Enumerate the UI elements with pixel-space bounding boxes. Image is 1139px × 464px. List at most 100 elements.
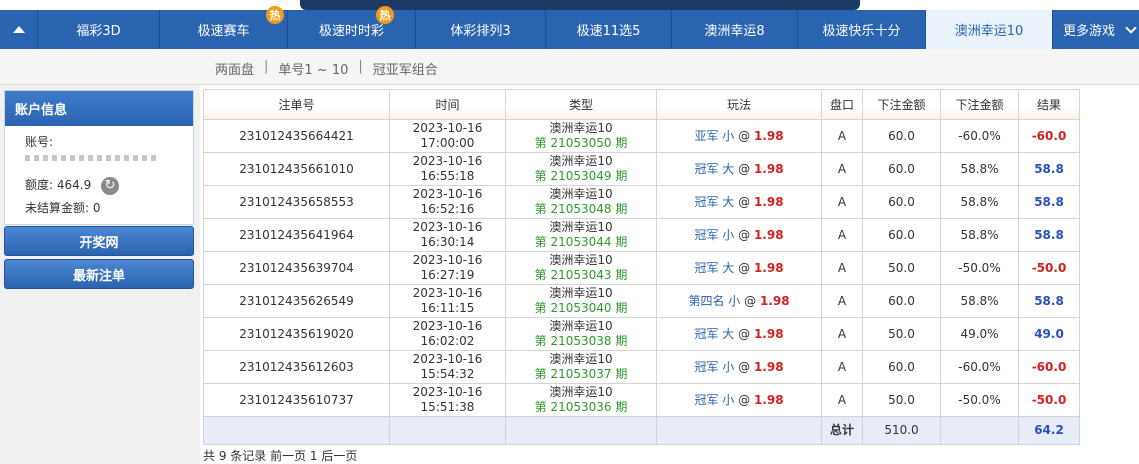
bet-result: 58.8 — [1018, 284, 1080, 318]
hot-badge-icon: 热 — [266, 6, 284, 24]
bet-date: 2023-10-16 — [412, 187, 483, 201]
account-title: 账户信息 — [5, 91, 193, 126]
refresh-icon[interactable]: ↻ — [101, 176, 120, 195]
subnav-liangmianpan[interactable]: 两面盘 — [215, 59, 254, 78]
bet-id: 231012435658553 — [203, 185, 390, 219]
table-row: 231012435626549 2023-10-16 16:11:15 澳洲幸运10 第… — [203, 284, 1080, 318]
bet-clock: 16:02:02 — [420, 334, 475, 348]
table-row: 231012435639704 2023-10-16 16:27:19 澳洲幸运10 第… — [203, 251, 1080, 285]
bet-type: 澳洲幸运10 第 21053048 期 — [505, 185, 657, 219]
bet-ratio: -50.0% — [940, 383, 1019, 417]
table-row: 231012435641964 2023-10-16 16:30:14 澳洲幸运10 第… — [203, 218, 1080, 252]
bet-market: A — [821, 152, 863, 186]
odds-value: 1.98 — [759, 293, 790, 308]
odds-value: 1.98 — [753, 260, 784, 275]
odds-value: 1.98 — [753, 194, 784, 209]
tab-jisu-saiche[interactable]: 极速赛车 热 — [160, 6, 288, 49]
play-name: 冠军 小 — [694, 359, 735, 374]
tab-label: 澳洲幸运10 — [954, 24, 1024, 39]
bet-ratio: 58.8% — [940, 185, 1019, 219]
bet-clock: 16:52:16 — [420, 202, 475, 216]
bet-time: 2023-10-16 16:55:18 — [389, 152, 506, 186]
odds-value: 1.98 — [753, 161, 784, 176]
odds-value: 1.98 — [753, 326, 784, 341]
type-name: 澳洲幸运10 — [549, 352, 613, 366]
total-label: 总计 — [821, 416, 863, 445]
bet-market: A — [821, 185, 863, 219]
at-sign: @ — [738, 227, 751, 242]
bet-date: 2023-10-16 — [412, 220, 483, 234]
sidebar: 账户信息 账号: 额度: 464.9 ↻ 未结算金额: 0 开奖网 最新注单 — [0, 85, 200, 464]
bet-result: 49.0 — [1018, 317, 1080, 351]
tab-label: 极速赛车 — [197, 24, 250, 39]
tab-label: 极速快乐十分 — [822, 24, 901, 39]
sub-nav: 两面盘 | 单号1 ~ 10 | 冠亚军组合 — [0, 49, 1139, 85]
unsettled-value: 0 — [92, 201, 101, 215]
bet-ratio: -50.0% — [940, 251, 1019, 285]
bet-amount: 50.0 — [862, 251, 941, 285]
tab-fucai3d[interactable]: 福彩3D — [38, 10, 160, 49]
subnav-guanyajun[interactable]: 冠亚军组合 — [373, 59, 438, 78]
bet-clock: 16:30:14 — [420, 235, 475, 249]
issue-number: 第 21053043 期 — [534, 268, 628, 282]
bet-clock: 16:11:15 — [420, 301, 475, 315]
tab-more-games[interactable]: 更多游戏 — [1053, 10, 1139, 49]
tab-aozhou-xingyun8[interactable]: 澳洲幸运8 — [672, 10, 798, 49]
tab-aozhou-xingyun10[interactable]: 澳洲幸运10 — [926, 10, 1053, 49]
bet-result: 58.8 — [1018, 218, 1080, 252]
bet-id: 231012435610737 — [203, 383, 390, 417]
tab-ticai-pailie3[interactable]: 体彩排列3 — [416, 10, 546, 49]
table-row: 231012435619020 2023-10-16 16:02:02 澳洲幸运10 第… — [203, 317, 1080, 351]
issue-number: 第 21053038 期 — [534, 334, 628, 348]
bet-time: 2023-10-16 16:52:16 — [389, 185, 506, 219]
bet-time: 2023-10-16 16:02:02 — [389, 317, 506, 351]
bet-id: 231012435661010 — [203, 152, 390, 186]
bet-time: 2023-10-16 16:27:19 — [389, 251, 506, 285]
tab-label: 极速时时彩 — [318, 24, 384, 39]
bet-type: 澳洲幸运10 第 21053050 期 — [505, 119, 657, 153]
bet-type: 澳洲幸运10 第 21053040 期 — [505, 284, 657, 318]
col-header: 下注金额 — [940, 89, 1019, 120]
tab-label: 福彩3D — [76, 24, 121, 39]
chevron-down-icon — [1125, 22, 1137, 34]
play-name: 冠军 大 — [694, 326, 735, 341]
tab-jisu-11xuan5[interactable]: 极速11选5 — [546, 10, 672, 49]
col-header: 下注金额 — [862, 89, 941, 120]
unsettled-label: 未结算金额: — [25, 201, 90, 215]
account-value-redacted — [25, 155, 157, 161]
col-header: 时间 — [389, 89, 506, 120]
subnav-danhao[interactable]: 单号1 ~ 10 — [278, 59, 348, 78]
latest-bets-button[interactable]: 最新注单 — [4, 259, 194, 289]
bet-play: 冠军 大 @ 1.98 — [656, 317, 822, 351]
odds-value: 1.98 — [753, 227, 784, 242]
issue-number: 第 21053048 期 — [534, 202, 628, 216]
bet-play: 冠军 小 @ 1.98 — [656, 218, 822, 252]
bet-ratio: 58.8% — [940, 284, 1019, 318]
tab-jisu-shishicai[interactable]: 极速时时彩热 — [288, 6, 416, 49]
nav-collapse-button[interactable] — [0, 10, 38, 49]
play-name: 冠军 小 — [694, 392, 735, 407]
bet-amount: 60.0 — [862, 218, 941, 252]
draw-results-button[interactable]: 开奖网 — [4, 226, 194, 256]
bet-date: 2023-10-16 — [412, 286, 483, 300]
col-header: 注单号 — [203, 89, 390, 120]
bet-clock: 15:54:32 — [420, 367, 475, 381]
bet-type: 澳洲幸运10 第 21053049 期 — [505, 152, 657, 186]
balance-value: 464.9 — [56, 178, 92, 192]
unsettled-row: 未结算金额: 0 — [25, 199, 101, 216]
bet-market: A — [821, 284, 863, 318]
bet-ratio: 58.8% — [940, 152, 1019, 186]
bet-id: 231012435626549 — [203, 284, 390, 318]
type-name: 澳洲幸运10 — [549, 319, 613, 333]
pagination: 共 9 条记录 前一页 1 后一页 — [203, 449, 358, 463]
bet-play: 冠军 大 @ 1.98 — [656, 251, 822, 285]
play-name: 冠军 大 — [694, 194, 735, 209]
type-name: 澳洲幸运10 — [549, 253, 613, 267]
table-row: 231012435664421 2023-10-16 17:00:00 澳洲幸运10 第… — [203, 119, 1080, 153]
bet-play: 冠军 大 @ 1.98 — [656, 185, 822, 219]
tab-jisu-kuaile10[interactable]: 极速快乐十分 — [798, 10, 926, 49]
bet-result: -60.0 — [1018, 119, 1080, 153]
total-amount: 510.0 — [862, 416, 941, 445]
at-sign: @ — [744, 293, 757, 308]
bet-result: 58.8 — [1018, 185, 1080, 219]
